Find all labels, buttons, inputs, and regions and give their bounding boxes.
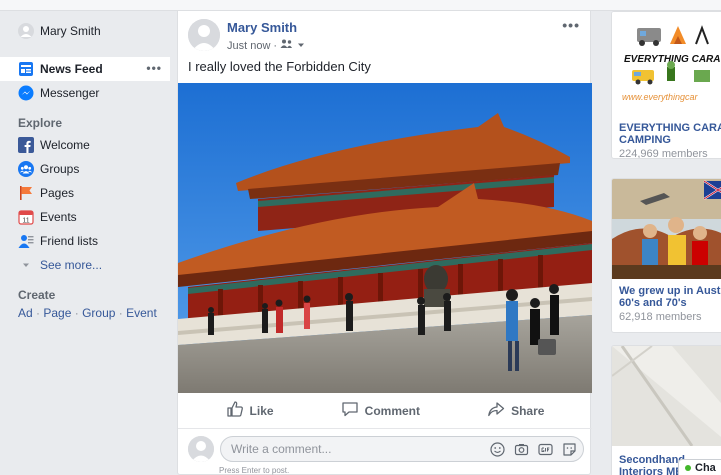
create-ad-link[interactable]: Ad bbox=[18, 306, 33, 320]
like-label: Like bbox=[249, 403, 274, 418]
left-sidebar: Mary Smith News Feed ••• Messenger Explo… bbox=[0, 11, 170, 321]
news-feed-icon bbox=[18, 61, 34, 77]
gif-icon[interactable] bbox=[537, 441, 553, 457]
messenger-icon bbox=[18, 85, 34, 101]
create-heading: Create bbox=[18, 288, 56, 302]
svg-text:11: 11 bbox=[22, 218, 29, 225]
sidebar-item-friend-lists[interactable]: Friend lists bbox=[0, 229, 170, 253]
group-thumbnail[interactable] bbox=[612, 346, 721, 446]
comment-label: Comment bbox=[364, 403, 420, 418]
audience-friends-icon[interactable] bbox=[280, 39, 294, 52]
group-name[interactable]: We grew up in Austral60's and 70's bbox=[619, 285, 721, 309]
comment-icon bbox=[341, 400, 359, 421]
create-group-link[interactable]: Group bbox=[82, 306, 115, 320]
online-status-icon bbox=[685, 464, 691, 471]
groups-icon bbox=[18, 161, 34, 177]
group-card[interactable]: We grew up in Austral60's and 70's 62,91… bbox=[611, 178, 721, 333]
sidebar-item-label: News Feed bbox=[40, 62, 103, 76]
group-name[interactable]: Secondhand Interiors MEI bbox=[619, 454, 686, 475]
sidebar-item-label: Events bbox=[40, 210, 77, 224]
sidebar-item-news-feed[interactable]: News Feed ••• bbox=[0, 57, 170, 81]
avatar bbox=[188, 436, 214, 462]
group-members: 62,918 members bbox=[619, 311, 702, 323]
post-actions: Like Comment Share bbox=[178, 393, 592, 429]
feed-post: Mary Smith Just now · ••• I really loved… bbox=[177, 11, 592, 475]
sidebar-item-label: Pages bbox=[40, 186, 75, 200]
like-button[interactable]: Like bbox=[226, 400, 274, 421]
comment-input[interactable] bbox=[231, 442, 489, 456]
top-bar bbox=[0, 0, 721, 11]
separator: · bbox=[71, 306, 83, 320]
sidebar-item-label: Messenger bbox=[40, 86, 100, 100]
post-photo[interactable] bbox=[178, 83, 592, 393]
camera-icon[interactable] bbox=[513, 441, 529, 457]
sidebar-item-events[interactable]: 11 Events bbox=[0, 205, 170, 229]
share-icon bbox=[487, 400, 505, 421]
separator: · bbox=[32, 306, 44, 320]
chat-label: Cha bbox=[695, 461, 716, 474]
press-enter-hint: Press Enter to post. bbox=[219, 466, 290, 475]
emoji-icon[interactable] bbox=[489, 441, 505, 457]
comment-tools bbox=[489, 441, 583, 457]
avatar bbox=[18, 23, 34, 39]
sidebar-item-groups[interactable]: Groups bbox=[0, 157, 170, 181]
post-text: I really loved the Forbidden City bbox=[188, 59, 371, 74]
sidebar-item-label: Welcome bbox=[40, 138, 90, 152]
create-event-link[interactable]: Event bbox=[126, 306, 157, 320]
banner-url: www.everythingcar bbox=[622, 92, 699, 102]
group-card[interactable]: Secondhand Interiors MEI bbox=[611, 345, 721, 475]
group-members: 224,969 members bbox=[619, 148, 708, 159]
sidebar-item-pages[interactable]: Pages bbox=[0, 181, 170, 205]
see-more-label: See more... bbox=[40, 258, 103, 272]
chat-tab[interactable]: Cha bbox=[678, 459, 721, 475]
post-time[interactable]: Just now bbox=[227, 40, 270, 52]
audience-dropdown-icon[interactable] bbox=[297, 40, 305, 52]
sidebar-item-label: Groups bbox=[40, 162, 80, 176]
group-name[interactable]: EVERYTHING CARAV CAMPING bbox=[619, 122, 721, 146]
explore-heading: Explore bbox=[18, 116, 63, 130]
author-avatar[interactable] bbox=[188, 19, 220, 51]
comment-composer bbox=[188, 435, 584, 463]
comment-box bbox=[220, 436, 584, 462]
post-header: Mary Smith Just now · ••• bbox=[178, 11, 590, 53]
create-links: Ad · Page · Group · Event bbox=[0, 305, 170, 321]
separator: · bbox=[273, 39, 278, 52]
comment-button[interactable]: Comment bbox=[341, 400, 420, 421]
sticker-icon[interactable] bbox=[561, 441, 577, 457]
see-more-link[interactable]: See more... bbox=[0, 253, 170, 277]
thumbs-up-icon bbox=[226, 400, 244, 421]
chevron-down-icon bbox=[18, 257, 34, 273]
group-thumbnail[interactable]: EVERYTHING CARA www.everythingcar bbox=[612, 12, 721, 112]
sidebar-item-messenger[interactable]: Messenger bbox=[0, 81, 170, 105]
sidebar-item-label: Friend lists bbox=[40, 234, 99, 248]
facebook-icon bbox=[18, 137, 34, 153]
more-options-icon[interactable]: ••• bbox=[146, 61, 162, 75]
post-options-icon[interactable]: ••• bbox=[562, 17, 580, 33]
sidebar-item-label: Mary Smith bbox=[40, 24, 101, 38]
separator: · bbox=[115, 306, 127, 320]
sidebar-item-profile[interactable]: Mary Smith bbox=[0, 19, 170, 43]
share-button[interactable]: Share bbox=[487, 400, 544, 421]
friend-lists-icon bbox=[18, 233, 34, 249]
post-meta: Just now · bbox=[227, 39, 305, 52]
sidebar-item-welcome[interactable]: Welcome bbox=[0, 133, 170, 157]
calendar-icon: 11 bbox=[18, 209, 34, 225]
post-author[interactable]: Mary Smith bbox=[227, 20, 297, 35]
group-thumbnail[interactable] bbox=[612, 179, 721, 279]
group-card[interactable]: EVERYTHING CARA www.everythingcar EVERYT… bbox=[611, 11, 721, 159]
flag-icon bbox=[18, 185, 34, 201]
create-page-link[interactable]: Page bbox=[43, 306, 71, 320]
share-label: Share bbox=[511, 403, 545, 418]
